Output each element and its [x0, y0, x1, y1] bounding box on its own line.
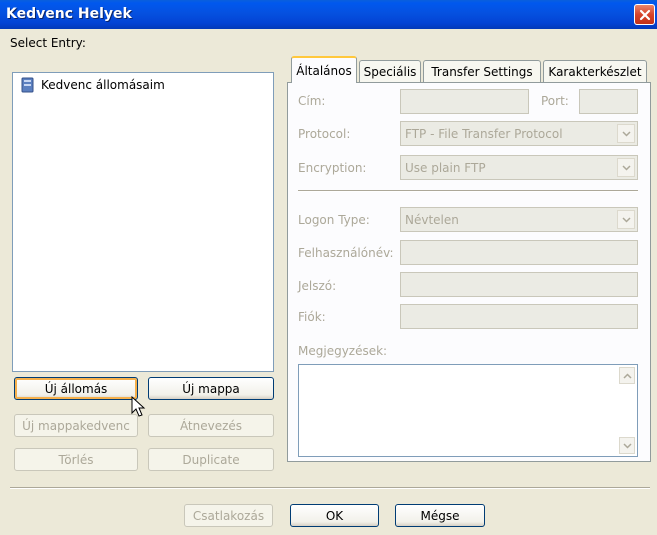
logon-type-select[interactable]: Névtelen: [400, 207, 638, 232]
connect-label: Csatlakozás: [192, 508, 265, 523]
duplicate-label: Duplicate: [182, 452, 240, 467]
duplicate-button[interactable]: Duplicate: [148, 448, 274, 471]
footer-divider: [10, 487, 650, 489]
window-title: Kedvenc Helyek: [6, 6, 132, 22]
tab-transfer-settings[interactable]: Transfer Settings: [423, 60, 541, 82]
user-input[interactable]: [400, 240, 638, 265]
tree-item-my-sites[interactable]: Kedvenc állomásaim: [21, 77, 165, 93]
cancel-label: Mégse: [420, 508, 460, 523]
new-folder-label: Új mappa: [182, 381, 240, 396]
password-input[interactable]: [400, 272, 638, 297]
scroll-up-button[interactable]: [619, 367, 635, 384]
close-button[interactable]: [634, 4, 655, 25]
delete-button[interactable]: Törlés: [14, 448, 138, 471]
chevron-up-icon: [622, 372, 632, 379]
tab-transfer-settings-label: Transfer Settings: [431, 64, 533, 79]
tab-general[interactable]: Általános: [291, 56, 357, 83]
user-label: Felhasználónév:: [298, 246, 394, 260]
new-bookmark-button[interactable]: Új mappakedvenc: [14, 414, 138, 437]
chevron-down-icon: [617, 158, 635, 177]
logon-type-label: Logon Type:: [298, 213, 370, 227]
account-input[interactable]: [400, 304, 638, 329]
scroll-down-button[interactable]: [619, 437, 635, 454]
tab-charset-label: Karakterkészlet: [548, 64, 642, 79]
chevron-down-icon: [617, 210, 635, 229]
rename-label: Átnevezés: [179, 418, 243, 433]
host-input[interactable]: [400, 89, 529, 114]
new-bookmark-label: Új mappakedvenc: [22, 418, 130, 433]
site-tree[interactable]: Kedvenc állomásaim: [12, 72, 274, 372]
chevron-down-icon: [617, 124, 635, 143]
password-label: Jelszó:: [298, 279, 337, 293]
chevron-down-icon: [622, 442, 632, 449]
encryption-label: Encryption:: [298, 161, 367, 175]
tab-general-label: Általános: [296, 63, 352, 78]
encryption-select[interactable]: Use plain FTP: [400, 155, 638, 180]
protocol-label: Protocol:: [298, 127, 351, 141]
divider: [298, 190, 638, 192]
ok-label: OK: [325, 508, 344, 523]
tab-charset[interactable]: Karakterkészlet: [543, 60, 647, 82]
rename-button[interactable]: Átnevezés: [148, 414, 274, 437]
new-folder-button[interactable]: Új mappa: [148, 377, 274, 400]
cancel-button[interactable]: Mégse: [395, 504, 485, 527]
port-label: Port:: [541, 94, 569, 108]
close-icon: [639, 9, 650, 20]
protocol-value: FTP - File Transfer Protocol: [405, 126, 563, 141]
comments-textarea[interactable]: [298, 364, 638, 457]
host-label: Cím:: [298, 94, 326, 108]
new-site-label: Új állomás: [44, 381, 108, 396]
account-label: Fiók:: [298, 310, 326, 324]
new-site-button[interactable]: Új állomás: [14, 377, 138, 400]
comments-label: Megjegyzések:: [298, 344, 388, 358]
tab-advanced[interactable]: Speciális: [359, 60, 421, 82]
site-manager-window: Kedvenc Helyek Select Entry: Kedvenc áll…: [0, 0, 657, 535]
encryption-value: Use plain FTP: [405, 160, 486, 175]
connect-button[interactable]: Csatlakozás: [184, 504, 273, 527]
tree-item-label: Kedvenc állomásaim: [41, 78, 165, 92]
tab-advanced-label: Speciális: [363, 64, 417, 79]
logon-type-value: Névtelen: [405, 212, 459, 227]
title-bar[interactable]: Kedvenc Helyek: [0, 0, 657, 29]
mouse-cursor-icon: [131, 396, 146, 417]
ok-button[interactable]: OK: [290, 504, 379, 527]
delete-label: Törlés: [58, 452, 94, 467]
select-entry-label: Select Entry:: [10, 36, 86, 50]
protocol-select[interactable]: FTP - File Transfer Protocol: [400, 121, 638, 146]
port-input[interactable]: [579, 89, 638, 114]
server-folder-icon: [21, 77, 34, 93]
